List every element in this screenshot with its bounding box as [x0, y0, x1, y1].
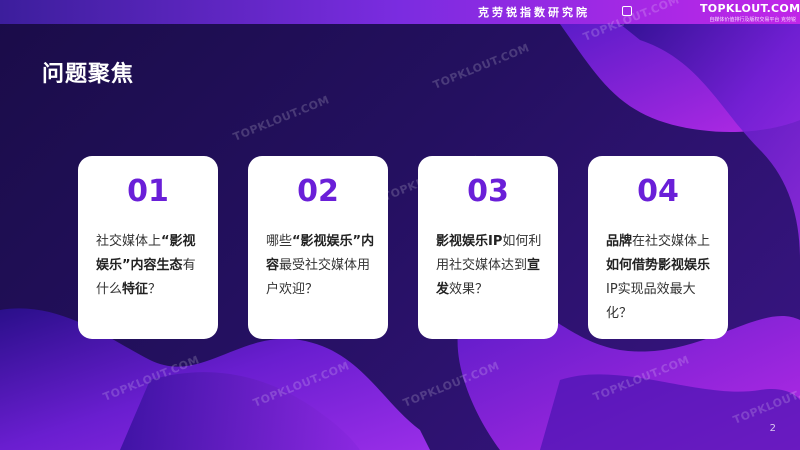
question-card-2: 02 哪些“影视娱乐”内容最受社交媒体用户欢迎？ [248, 156, 388, 339]
card-number: 04 [637, 174, 679, 209]
brand-name: TOPKLOUT.COM [700, 2, 800, 15]
question-card-4: 04 品牌在社交媒体上如何借势影视娱乐IP实现品效最大化？ [588, 156, 728, 339]
page-number: 2 [769, 423, 776, 434]
card-text: 品牌在社交媒体上如何借势影视娱乐IP实现品效最大化？ [606, 234, 711, 321]
card-number: 02 [297, 174, 339, 209]
question-card-1: 01 社交媒体上“影视娱乐”内容生态有什么特征？ [78, 156, 218, 339]
card-text: 哪些“影视娱乐”内容最受社交媒体用户欢迎？ [266, 234, 375, 297]
brand-tagline: 自媒体价值排行及版权交易平台 克劳锐 [709, 17, 796, 23]
org-name: 克劳锐指数研究院 [478, 6, 590, 19]
question-card-3: 03 影视娱乐IP如何利用社交媒体达到宣发效果？ [418, 156, 558, 339]
card-number: 03 [467, 174, 509, 209]
slide: 克劳锐指数研究院 TOPKLOUT.COM 自媒体价值排行及版权交易平台 克劳锐… [0, 0, 800, 450]
card-text: 社交媒体上“影视娱乐”内容生态有什么特征？ [96, 234, 196, 297]
page-title: 问题聚焦 [42, 62, 135, 87]
card-text: 影视娱乐IP如何利用社交媒体达到宣发效果？ [436, 234, 542, 297]
card-number: 01 [127, 174, 169, 209]
brand-logo: TOPKLOUT.COM 自媒体价值排行及版权交易平台 克劳锐 [700, 2, 800, 23]
